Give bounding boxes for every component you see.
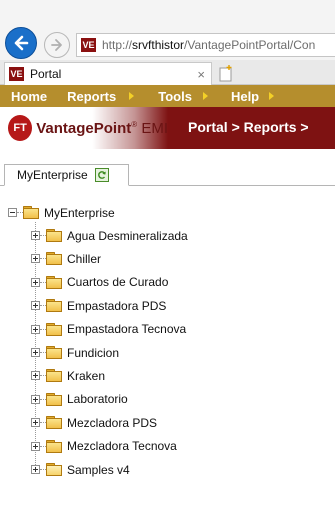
- close-tab-icon[interactable]: ×: [197, 67, 205, 82]
- tree-node-label: MyEnterprise: [44, 205, 115, 220]
- main-menu-bar: Home Reports Tools Help: [0, 85, 335, 107]
- menu-help-label: Help: [230, 88, 260, 104]
- tab-myenterprise-label: MyEnterprise: [17, 168, 88, 182]
- expand-icon[interactable]: [31, 371, 40, 381]
- url-host: srvfthistor: [132, 38, 185, 52]
- tree-node-label: Agua Desmineralizada: [67, 228, 188, 243]
- tree-node[interactable]: Agua Desmineralizada: [31, 224, 188, 247]
- menu-home-label: Home: [11, 88, 48, 104]
- tree-node[interactable]: Mezcladora PDS: [31, 411, 157, 434]
- refresh-icon[interactable]: [94, 168, 109, 182]
- tree-node-label: Chiller: [67, 251, 102, 266]
- logo-text: VantagePoint® EMI: [36, 120, 168, 137]
- tree-node[interactable]: Laboratorio: [31, 388, 128, 411]
- tree-node[interactable]: Chiller: [31, 247, 101, 270]
- logo-name: VantagePoint: [36, 119, 132, 137]
- new-tab-icon: [219, 65, 232, 82]
- tree-node[interactable]: Samples v4: [31, 458, 130, 481]
- url-path: /VantagePointPortal/Con: [184, 38, 316, 52]
- tree-node[interactable]: Fundicion: [31, 341, 119, 364]
- tree-node-label: Cuartos de Curado: [67, 275, 169, 290]
- folder-icon: [46, 346, 62, 359]
- forward-button[interactable]: [44, 32, 70, 58]
- tree-node-label: Fundicion: [67, 345, 120, 360]
- new-tab-button[interactable]: [216, 64, 236, 83]
- tree-root-node[interactable]: MyEnterprise: [8, 201, 115, 224]
- menu-reports-arrow-icon: [129, 92, 135, 100]
- tree-node-label: Empastadora Tecnova: [67, 322, 187, 337]
- expand-icon[interactable]: [31, 277, 40, 287]
- expand-icon[interactable]: [31, 441, 40, 451]
- folder-icon: [46, 369, 62, 383]
- url-field[interactable]: VE http://srvfthistor/VantagePointPortal…: [76, 33, 335, 57]
- tab-favicon: VE: [9, 67, 24, 81]
- tree-node[interactable]: Cuartos de Curado: [31, 271, 168, 294]
- menu-tools[interactable]: Tools: [158, 89, 208, 104]
- arrow-right-icon: [51, 39, 62, 51]
- folder-icon: [46, 392, 62, 406]
- menu-help-arrow-icon: [269, 92, 275, 100]
- expand-icon[interactable]: [31, 301, 40, 311]
- expand-icon[interactable]: [31, 231, 40, 240]
- folder-icon: [46, 439, 62, 453]
- expand-icon[interactable]: [31, 418, 40, 428]
- folder-icon: [46, 299, 62, 313]
- folder-icon: [46, 275, 62, 289]
- tree-node-label: Empastadora PDS: [67, 298, 167, 313]
- tree-node-label: Samples v4: [67, 462, 130, 477]
- folder-icon: [46, 416, 62, 430]
- folder-icon: [23, 206, 39, 219]
- tree-node[interactable]: Kraken: [31, 364, 105, 387]
- folder-icon: [46, 229, 62, 242]
- expand-icon[interactable]: [31, 465, 40, 474]
- folder-icon: [46, 252, 62, 266]
- browser-tab-portal[interactable]: VE Portal ×: [4, 62, 212, 85]
- tab-title: Portal: [30, 67, 62, 81]
- logo-suffix: EMI: [137, 119, 168, 137]
- expand-icon[interactable]: [31, 394, 40, 404]
- expand-icon[interactable]: [31, 348, 40, 357]
- arrow-left-icon: [14, 35, 29, 51]
- ft-badge-icon: FT: [8, 115, 33, 141]
- folder-open-icon: [46, 463, 62, 476]
- tree-node[interactable]: Empastadora Tecnova: [31, 318, 186, 341]
- breadcrumb: Portal > Reports >: [188, 119, 309, 135]
- tree-node[interactable]: Empastadora PDS: [31, 294, 166, 317]
- menu-home[interactable]: Home: [11, 89, 47, 104]
- vantagepoint-logo[interactable]: FT VantagePoint® EMI: [0, 107, 168, 149]
- tree-node-label: Mezcladora PDS: [67, 415, 158, 430]
- back-button[interactable]: [5, 27, 37, 59]
- tab-myenterprise[interactable]: MyEnterprise: [4, 164, 129, 186]
- folder-icon: [46, 322, 62, 336]
- tree-node-label: Mezcladora Tecnova: [67, 439, 177, 454]
- collapse-icon[interactable]: [8, 208, 17, 217]
- browser-tab-strip: VE Portal ×: [0, 60, 335, 85]
- url-scheme: http://: [102, 38, 133, 52]
- expand-icon[interactable]: [31, 324, 40, 334]
- panel-tab-bar: MyEnterprise: [0, 149, 335, 186]
- menu-help[interactable]: Help: [230, 88, 275, 104]
- menu-reports-label: Reports: [67, 88, 117, 104]
- tree-node[interactable]: Mezcladora Tecnova: [31, 435, 177, 458]
- site-favicon: VE: [81, 38, 96, 52]
- tree-node-label: Laboratorio: [67, 392, 128, 407]
- menu-tools-arrow-icon: [202, 92, 208, 100]
- expand-icon[interactable]: [31, 254, 40, 264]
- brand-header: FT VantagePoint® EMI Portal > Reports >: [0, 107, 335, 149]
- menu-reports[interactable]: Reports: [67, 88, 135, 104]
- tree-node-label: Kraken: [67, 368, 106, 383]
- address-bar-area: VE http://srvfthistor/VantagePointPortal…: [0, 0, 335, 60]
- menu-tools-label: Tools: [158, 88, 192, 104]
